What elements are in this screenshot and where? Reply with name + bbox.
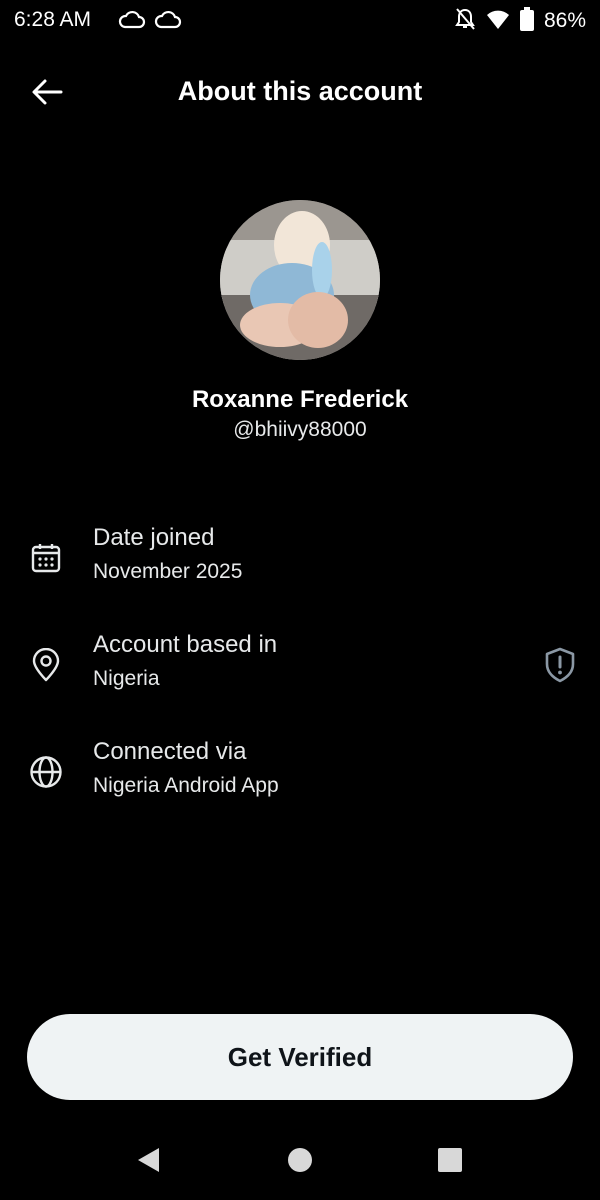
username-handle: @bhiivy88000 — [233, 418, 367, 441]
info-title: Account based in — [93, 631, 278, 658]
info-title: Connected via — [93, 738, 247, 765]
header: About this account — [0, 60, 600, 126]
notifications-off-icon — [454, 7, 476, 36]
info-value: Nigeria — [93, 667, 160, 690]
system-nav-bar — [0, 1120, 600, 1200]
shield-alert-icon[interactable] — [540, 645, 580, 685]
cloud-icon — [154, 10, 182, 30]
battery-icon — [519, 6, 534, 36]
status-time: 6:28 AM — [14, 8, 92, 31]
cloud-icon — [118, 10, 146, 30]
recents-square-icon[interactable] — [428, 1140, 472, 1180]
calendar-icon — [26, 538, 66, 578]
info-row-connected-via: Connected via Nigeria Android App — [0, 738, 600, 818]
info-value: Nigeria Android App — [93, 774, 279, 797]
info-title: Date joined — [93, 524, 215, 551]
wifi-icon — [486, 8, 510, 35]
status-bar: 6:28 AM 86% — [0, 0, 600, 42]
home-circle-icon[interactable] — [278, 1140, 322, 1180]
info-row-date-joined: Date joined November 2025 — [0, 524, 600, 604]
avatar — [220, 200, 380, 360]
location-pin-icon — [26, 645, 66, 685]
info-value: November 2025 — [93, 560, 243, 583]
info-row-account-based-in: Account based in Nigeria — [0, 631, 600, 711]
battery-percentage: 86% — [543, 9, 586, 32]
globe-icon — [26, 752, 66, 792]
display-name: Roxanne Frederick — [191, 386, 409, 413]
back-triangle-icon[interactable] — [126, 1140, 170, 1180]
status-icons: 86% — [454, 6, 586, 36]
get-verified-button[interactable]: Get Verified — [27, 1014, 573, 1100]
page-title: About this account — [177, 76, 423, 106]
